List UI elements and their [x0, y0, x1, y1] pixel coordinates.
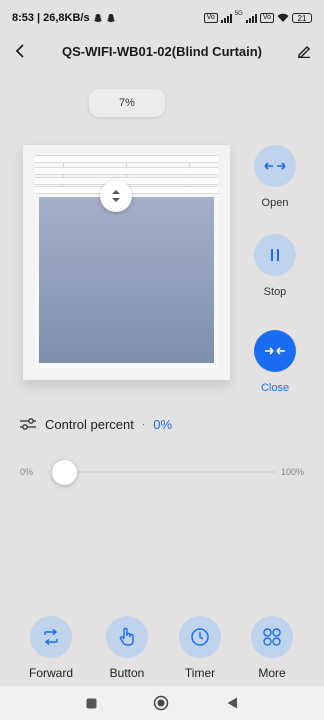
- signal-icon: [220, 13, 232, 23]
- pencil-icon: [298, 45, 311, 58]
- more-button[interactable]: More: [248, 616, 296, 680]
- network-type: 5G: [234, 11, 243, 17]
- slider-max-label: 100%: [280, 467, 304, 477]
- hand-tap-icon: [119, 627, 134, 646]
- percent-slider-thumb[interactable]: [52, 460, 77, 485]
- slider-min-label: 0%: [20, 467, 34, 477]
- forward-icon: [44, 629, 58, 645]
- status-time: 8:53: [12, 12, 35, 24]
- up-down-arrows-icon: [112, 190, 120, 202]
- open-arrows-icon: [264, 162, 286, 170]
- recent-apps-icon: [86, 698, 96, 708]
- open-label: Open: [261, 197, 289, 209]
- close-arrows-icon: [265, 347, 285, 355]
- volte-badge: Vo: [259, 13, 274, 23]
- stop-button[interactable]: [254, 234, 296, 276]
- recent-apps-button[interactable]: [83, 695, 99, 711]
- blind-fabric: [39, 197, 214, 363]
- blind-slat: [35, 155, 218, 163]
- blind-slat: [35, 167, 218, 175]
- stop-label: Stop: [263, 286, 287, 298]
- close-button[interactable]: [254, 330, 296, 372]
- timer-circle: [179, 616, 221, 658]
- status-bar: 8:53 | 26,8KB/s Vo 5G Vo 21: [0, 0, 324, 36]
- forward-circle: [30, 616, 72, 658]
- timer-button[interactable]: Timer: [176, 616, 224, 680]
- snapchat-icon: [106, 14, 115, 23]
- back-nav-button[interactable]: [224, 695, 240, 711]
- more-label: More: [258, 666, 286, 680]
- edit-button[interactable]: [292, 38, 316, 64]
- signal-icon: [245, 13, 257, 23]
- more-circle: [251, 616, 293, 658]
- control-percent-separator: ·: [141, 418, 146, 430]
- status-separator: |: [37, 12, 41, 24]
- home-icon: [153, 695, 169, 711]
- volte-badge: Vo: [203, 13, 218, 23]
- chevron-left-icon: [15, 44, 24, 58]
- pause-icon: [271, 249, 279, 261]
- button-circle: [106, 616, 148, 658]
- home-button[interactable]: [153, 695, 169, 711]
- control-percent-row: Control percent · 0%: [20, 414, 172, 434]
- stop-control: Stop: [254, 234, 296, 298]
- status-right: Vo 5G Vo 21: [203, 11, 312, 23]
- open-control: Open: [254, 145, 296, 209]
- sliders-icon: [20, 418, 36, 430]
- control-percent-value: 0%: [153, 416, 173, 432]
- status-net-speed: 26,8KB/s: [43, 12, 90, 24]
- back-button[interactable]: [8, 38, 32, 64]
- system-navigation-bar: [0, 686, 324, 720]
- position-percent-display: 7%: [89, 89, 165, 117]
- status-left: 8:53 | 26,8KB/s: [12, 12, 116, 24]
- close-control: Close: [254, 330, 296, 394]
- control-percent-label: Control percent: [45, 416, 134, 432]
- grid-icon: [263, 628, 281, 646]
- close-label: Close: [260, 382, 290, 394]
- wifi-icon: [277, 13, 289, 22]
- forward-label: Forward: [28, 666, 73, 680]
- back-icon: [227, 697, 237, 709]
- app-header: QS-WIFI-WB01-02(Blind Curtain): [0, 36, 324, 66]
- page-title: QS-WIFI-WB01-02(Blind Curtain): [61, 43, 263, 59]
- battery-icon: 21: [292, 13, 312, 23]
- snapchat-icon: [93, 14, 102, 23]
- timer-label: Timer: [184, 666, 216, 680]
- blind-visual: [23, 145, 230, 380]
- button-label: Button: [109, 666, 145, 680]
- button-settings-button[interactable]: Button: [103, 616, 151, 680]
- forward-button[interactable]: Forward: [27, 616, 75, 680]
- clock-icon: [191, 628, 209, 646]
- blind-drag-handle[interactable]: [100, 180, 132, 212]
- open-button[interactable]: [254, 145, 296, 187]
- percent-slider-track[interactable]: [58, 471, 276, 473]
